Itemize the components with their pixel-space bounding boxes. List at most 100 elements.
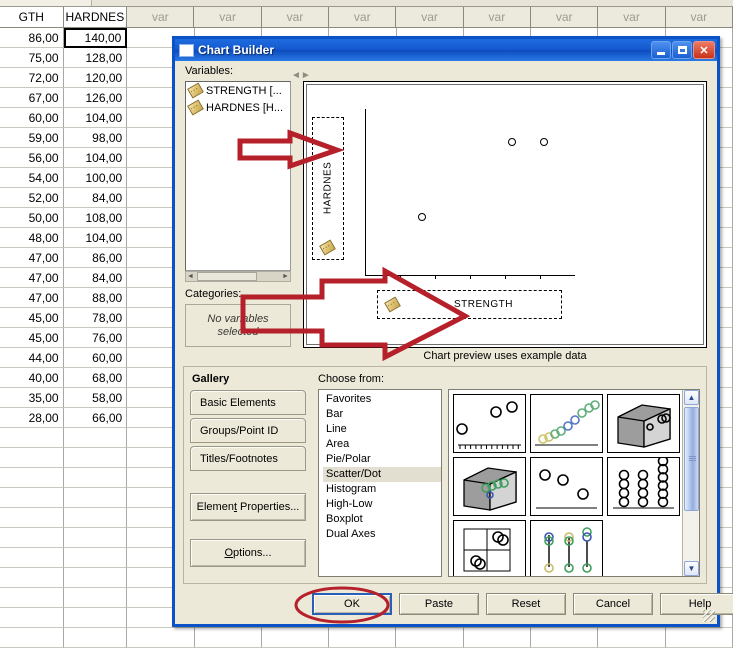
tab-groups-point-id[interactable]: Groups/Point ID xyxy=(190,418,306,443)
table-cell[interactable] xyxy=(0,568,64,588)
maximize-button[interactable] xyxy=(672,41,692,59)
table-cell[interactable]: 47,00 xyxy=(0,268,64,288)
table-cell[interactable] xyxy=(0,608,64,628)
thumb-scatter-matrix[interactable] xyxy=(453,520,526,576)
paste-button[interactable]: Paste xyxy=(399,593,479,615)
choose-from-item[interactable]: Line xyxy=(323,422,441,437)
table-cell[interactable] xyxy=(63,488,128,508)
table-cell[interactable]: 76,00 xyxy=(63,328,128,348)
column-header-var-8[interactable]: var xyxy=(531,7,599,28)
table-cell[interactable]: 86,00 xyxy=(63,248,128,268)
table-cell[interactable] xyxy=(396,628,464,648)
column-header-var-3[interactable]: var xyxy=(194,7,262,28)
table-cell[interactable] xyxy=(329,628,397,648)
column-header-var-4[interactable]: var xyxy=(261,7,330,28)
table-cell[interactable]: 68,00 xyxy=(63,368,128,388)
table-cell[interactable] xyxy=(0,628,64,648)
y-axis-drop-zone[interactable]: HARDNES xyxy=(312,117,344,260)
table-cell[interactable]: 45,00 xyxy=(0,328,64,348)
table-cell[interactable]: 45,00 xyxy=(0,308,64,328)
table-cell[interactable]: 75,00 xyxy=(0,48,64,68)
table-cell[interactable] xyxy=(0,588,64,608)
choose-from-item[interactable]: Area xyxy=(323,437,441,452)
table-cell[interactable]: 86,00 xyxy=(0,28,64,48)
table-cell[interactable]: 108,00 xyxy=(63,208,128,228)
table-cell[interactable] xyxy=(63,468,128,488)
table-cell[interactable]: 28,00 xyxy=(0,408,64,428)
table-cell[interactable] xyxy=(63,548,128,568)
help-button[interactable]: Help xyxy=(660,593,733,615)
table-cell[interactable]: 60,00 xyxy=(0,108,64,128)
table-cell[interactable]: 120,00 xyxy=(63,68,128,88)
tab-basic-elements[interactable]: Basic Elements xyxy=(190,390,306,415)
table-cell[interactable]: 100,00 xyxy=(63,168,128,188)
table-cell[interactable]: 47,00 xyxy=(0,288,64,308)
table-cell[interactable]: 104,00 xyxy=(63,148,128,168)
column-header-var-6[interactable]: var xyxy=(396,7,464,28)
element-properties-button[interactable]: Element Properties... xyxy=(190,493,306,521)
scroll-left-icon[interactable]: ◄ xyxy=(187,273,194,280)
column-header-var-10[interactable]: var xyxy=(665,7,733,28)
choose-from-item[interactable]: Bar xyxy=(323,407,441,422)
choose-from-item[interactable]: Favorites xyxy=(323,392,441,407)
table-cell[interactable]: 56,00 xyxy=(0,148,64,168)
thumb-dot-plot[interactable] xyxy=(607,457,680,516)
scroll-right-icon[interactable]: ► xyxy=(282,273,289,280)
table-cell[interactable] xyxy=(127,628,195,648)
column-header-var-2[interactable]: var xyxy=(127,7,195,28)
table-cell[interactable]: 66,00 xyxy=(63,408,128,428)
choose-from-item[interactable]: Boxplot xyxy=(323,512,441,527)
table-cell[interactable] xyxy=(0,508,64,528)
table-cell[interactable]: 140,00 xyxy=(63,28,128,48)
options-button[interactable]: Options... xyxy=(190,539,306,567)
table-cell[interactable]: 40,00 xyxy=(0,368,64,388)
reset-button[interactable]: Reset xyxy=(486,593,566,615)
table-cell[interactable] xyxy=(0,448,64,468)
choose-from-item[interactable]: Pie/Polar xyxy=(323,452,441,467)
scrollbar-thumb[interactable] xyxy=(197,272,257,281)
table-cell[interactable]: 58,00 xyxy=(63,388,128,408)
table-cell[interactable]: 78,00 xyxy=(63,308,128,328)
pane-splitter-handle[interactable]: ◄► xyxy=(291,69,311,83)
scrollbar-thumb[interactable] xyxy=(684,407,699,511)
table-cell[interactable]: 47,00 xyxy=(0,248,64,268)
table-cell[interactable] xyxy=(63,608,128,628)
thumb-simple-scatter[interactable] xyxy=(453,394,526,453)
scroll-up-icon[interactable]: ▲ xyxy=(684,390,699,405)
variables-horizontal-scrollbar[interactable]: ◄ ► xyxy=(185,271,291,282)
variables-list[interactable]: STRENGTH [... HARDNES [H... xyxy=(185,81,291,271)
table-cell[interactable] xyxy=(261,628,330,648)
table-cell[interactable] xyxy=(531,628,599,648)
table-cell[interactable] xyxy=(0,488,64,508)
table-cell[interactable]: 50,00 xyxy=(0,208,64,228)
choose-from-item[interactable]: Scatter/Dot xyxy=(323,467,441,482)
table-cell[interactable] xyxy=(665,628,733,648)
gallery-thumbnails-panel[interactable]: ▲ ▼ xyxy=(448,389,700,577)
table-cell[interactable]: 84,00 xyxy=(63,268,128,288)
gallery-vertical-scrollbar[interactable]: ▲ ▼ xyxy=(682,390,699,576)
thumb-grouped-scatter[interactable] xyxy=(530,394,603,453)
table-cell[interactable] xyxy=(63,588,128,608)
minimize-button[interactable] xyxy=(651,41,671,59)
table-cell[interactable] xyxy=(0,428,64,448)
variable-item[interactable]: STRENGTH [... xyxy=(186,82,290,99)
table-cell[interactable]: 52,00 xyxy=(0,188,64,208)
resize-grip[interactable] xyxy=(703,610,715,622)
chart-preview-canvas[interactable]: HARDNES STRENGTH xyxy=(303,81,707,348)
column-header-var-5[interactable]: var xyxy=(329,7,397,28)
table-cell[interactable]: 84,00 xyxy=(63,188,128,208)
table-cell[interactable]: 72,00 xyxy=(0,68,64,88)
column-header-hardnes-1[interactable]: HARDNES xyxy=(63,7,128,28)
dialog-titlebar[interactable]: Chart Builder ✕ xyxy=(175,39,717,61)
table-cell[interactable] xyxy=(63,528,128,548)
ok-button[interactable]: OK xyxy=(312,593,392,615)
variable-item[interactable]: HARDNES [H... xyxy=(186,99,290,116)
categories-box[interactable]: No variables selected xyxy=(185,304,291,347)
table-cell[interactable]: 67,00 xyxy=(0,88,64,108)
thumb-scatter-plain[interactable] xyxy=(530,457,603,516)
column-header-var-7[interactable]: var xyxy=(463,7,532,28)
table-cell[interactable]: 104,00 xyxy=(63,228,128,248)
table-cell[interactable] xyxy=(63,448,128,468)
x-axis-drop-zone[interactable]: STRENGTH xyxy=(377,290,562,319)
table-cell[interactable]: 88,00 xyxy=(63,288,128,308)
